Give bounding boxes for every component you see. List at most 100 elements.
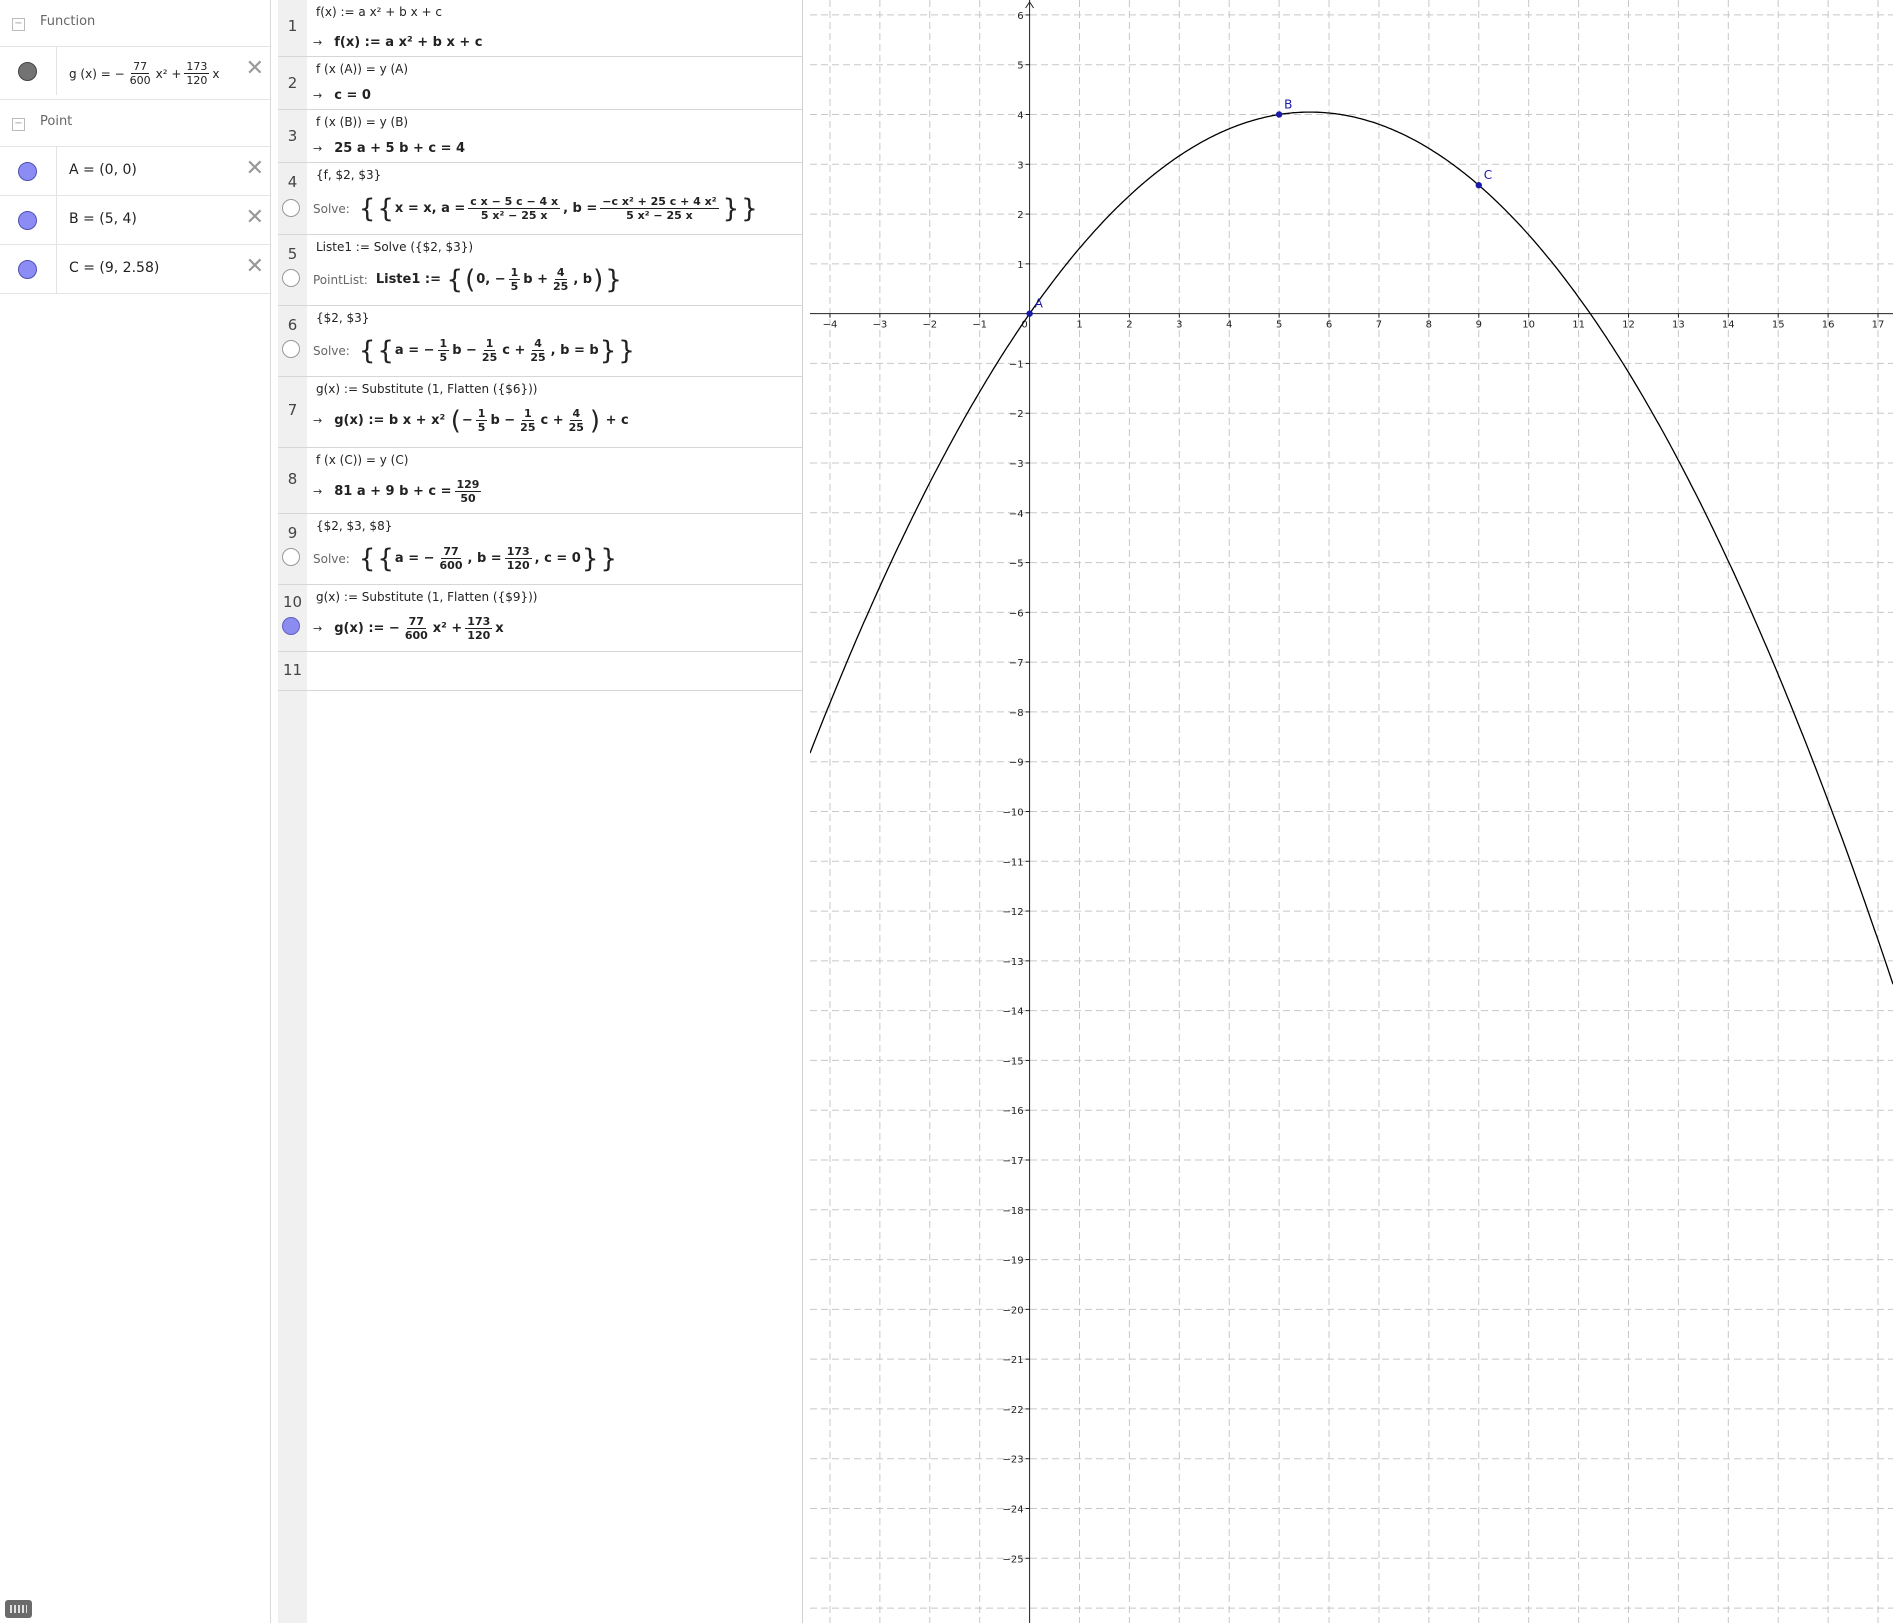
point-color-marker[interactable] [18,211,37,230]
point-A[interactable] [1026,310,1033,317]
x-tick-label: 4 [1226,320,1232,331]
delete-icon[interactable]: ✕ [246,256,264,278]
point-color-marker[interactable] [18,162,37,181]
function-group-header[interactable]: − Function [0,0,270,47]
x-tick-label: 3 [1176,320,1182,331]
cas-row-11[interactable]: 11 [278,652,802,691]
cas-row-8[interactable]: 8 f (x (C)) = y (C) → 81 a + 9 b + c = 1… [278,448,802,514]
function-color-marker[interactable] [18,62,37,81]
cas-input[interactable]: f (x (B)) = y (B) [316,115,408,129]
cas-output: → 25 a + 5 b + c = 4 [313,141,466,156]
y-tick-label: −15 [1002,1056,1023,1067]
delete-icon[interactable]: ✕ [246,58,264,80]
coef-b-fraction: 173 120 [184,60,210,87]
x-tick-label: 12 [1622,320,1635,331]
x-tick-label: −2 [922,320,937,331]
x-tick-label: 10 [1522,320,1535,331]
fn-mid: x² + [155,66,182,81]
y-tick-label: −9 [1009,758,1024,769]
y-tick-label: 6 [1017,11,1023,22]
visibility-toggle[interactable] [0,147,57,195]
row-number: 4 [287,173,298,191]
y-tick-label: 1 [1017,260,1023,271]
plot-toggle[interactable] [282,617,300,635]
visibility-toggle[interactable] [0,47,57,95]
cas-input[interactable]: {$2, $3} [316,311,369,325]
cas-row-5[interactable]: 5 Liste1 := Solve ({$2, $3}) PointList: … [278,235,802,306]
cas-view: 1 f(x) := a x² + b x + c → f(x) := a x² +… [278,0,803,1623]
cas-output: PointList: Liste1 := {( 0, − 15 b + 4 25 … [313,264,622,295]
cas-row-4[interactable]: 4 {f, $2, $3} Solve: {{ x = x, a = c x −… [278,163,802,235]
cas-input[interactable]: g(x) := Substitute (1, Flatten ({$9})) [316,590,537,604]
x-tick-label: 5 [1276,320,1282,331]
cas-input[interactable]: {f, $2, $3} [316,168,381,182]
x-tick-label: 7 [1376,320,1382,331]
cas-output: → f(x) := a x² + b x + c [313,35,483,50]
x-tick-label: 1 [1076,320,1082,331]
visibility-toggle[interactable] [0,245,57,293]
cas-input[interactable]: f (x (A)) = y (A) [316,62,408,76]
points[interactable]: A B C [1026,98,1492,317]
cas-row-2[interactable]: 2 f (x (A)) = y (A) → c = 0 [278,57,802,110]
point-C-definition[interactable]: C = (9, 2.58) [69,260,159,276]
cas-output: → g(x) := − 77 600 x² + 173 120 x [313,615,504,642]
y-tick-label: −1 [1009,359,1024,370]
point-A-row[interactable]: A = (0, 0) ✕ [0,147,270,196]
x-tick-label: 11 [1572,320,1585,331]
y-tick-label: −5 [1009,559,1024,570]
tick-labels: −4 −3 −2 −1 0 1 2 3 4 5 6 7 8 9 10 11 12 13 14 15 16 17654321… [823,11,1885,1565]
y-tick-label: 3 [1017,160,1023,171]
point-group-header[interactable]: − Point [0,100,270,147]
cas-input[interactable]: Liste1 := Solve ({$2, $3}) [316,240,473,254]
cas-row-6[interactable]: 6 {$2, $3} Solve: {{ a = − 15 b − 1 25 c … [278,306,802,377]
point-color-marker[interactable] [18,260,37,279]
point-B-row[interactable]: B = (5, 4) ✕ [0,196,270,245]
cas-row-3[interactable]: 3 f (x (B)) = y (B) → 25 a + 5 b + c = 4 [278,110,802,163]
row-number: 1 [287,17,298,35]
graphics-view[interactable]: −4 −3 −2 −1 0 1 2 3 4 5 6 7 8 9 10 11 12 13 14 15 16 17654321… [810,0,1893,1623]
function-g-row[interactable]: g (x) = − 77 600 x² + 173 120 x ✕ [0,47,270,100]
x-tick-label: 2 [1126,320,1132,331]
point-B[interactable] [1275,111,1283,118]
cas-input[interactable]: {$2, $3, $8} [316,519,392,533]
cas-row-9[interactable]: 9 {$2, $3, $8} Solve: {{ a = − 77 600 , b… [278,514,802,585]
point-B-definition[interactable]: B = (5, 4) [69,211,137,227]
plot-toggle[interactable] [282,340,300,358]
y-tick-label: −24 [1002,1504,1023,1515]
y-tick-label: −4 [1009,509,1024,520]
plot-toggle[interactable] [282,199,300,217]
row-number: 8 [287,470,298,488]
function-g-curve[interactable] [810,111,1893,985]
row-number: 11 [282,661,303,679]
cas-row-7[interactable]: 7 g(x) := Substitute (1, Flatten ({$6}))… [278,377,802,448]
plot-toggle[interactable] [282,269,300,287]
point-C[interactable] [1475,182,1482,189]
y-tick-label: −7 [1009,658,1024,669]
collapse-point-icon[interactable]: − [12,118,25,131]
cas-row-1[interactable]: 1 f(x) := a x² + b x + c → f(x) := a x² +… [278,0,802,57]
point-A-definition[interactable]: A = (0, 0) [69,162,137,178]
visibility-toggle[interactable] [0,196,57,244]
delete-icon[interactable]: ✕ [246,158,264,180]
x-tick-label: 9 [1476,320,1482,331]
cas-row-10[interactable]: 10 g(x) := Substitute (1, Flatten ({$9})… [278,585,802,652]
cas-input[interactable]: g(x) := Substitute (1, Flatten ({$6})) [316,382,537,396]
cas-input[interactable]: f(x) := a x² + b x + c [316,5,442,19]
delete-icon[interactable]: ✕ [246,207,264,229]
cas-input[interactable]: f (x (C)) = y (C) [316,453,408,467]
fn-suffix: x [212,66,220,81]
keyboard-icon[interactable] [5,1600,32,1618]
y-tick-label: −16 [1002,1106,1023,1117]
row-number: 10 [282,593,303,611]
row-number: 6 [287,316,298,334]
grid [810,0,1893,1623]
row-number: 5 [287,245,298,263]
x-tick-label: 16 [1822,320,1835,331]
function-g-definition[interactable]: g (x) = − 77 600 x² + 173 120 x [69,60,220,87]
point-C-row[interactable]: C = (9, 2.58) ✕ [0,245,270,294]
plot-toggle[interactable] [282,548,300,566]
y-tick-label: −13 [1002,957,1023,968]
x-tick-label: 15 [1772,320,1785,331]
collapse-function-icon[interactable]: − [12,18,25,31]
y-tick-label: −25 [1002,1554,1023,1565]
